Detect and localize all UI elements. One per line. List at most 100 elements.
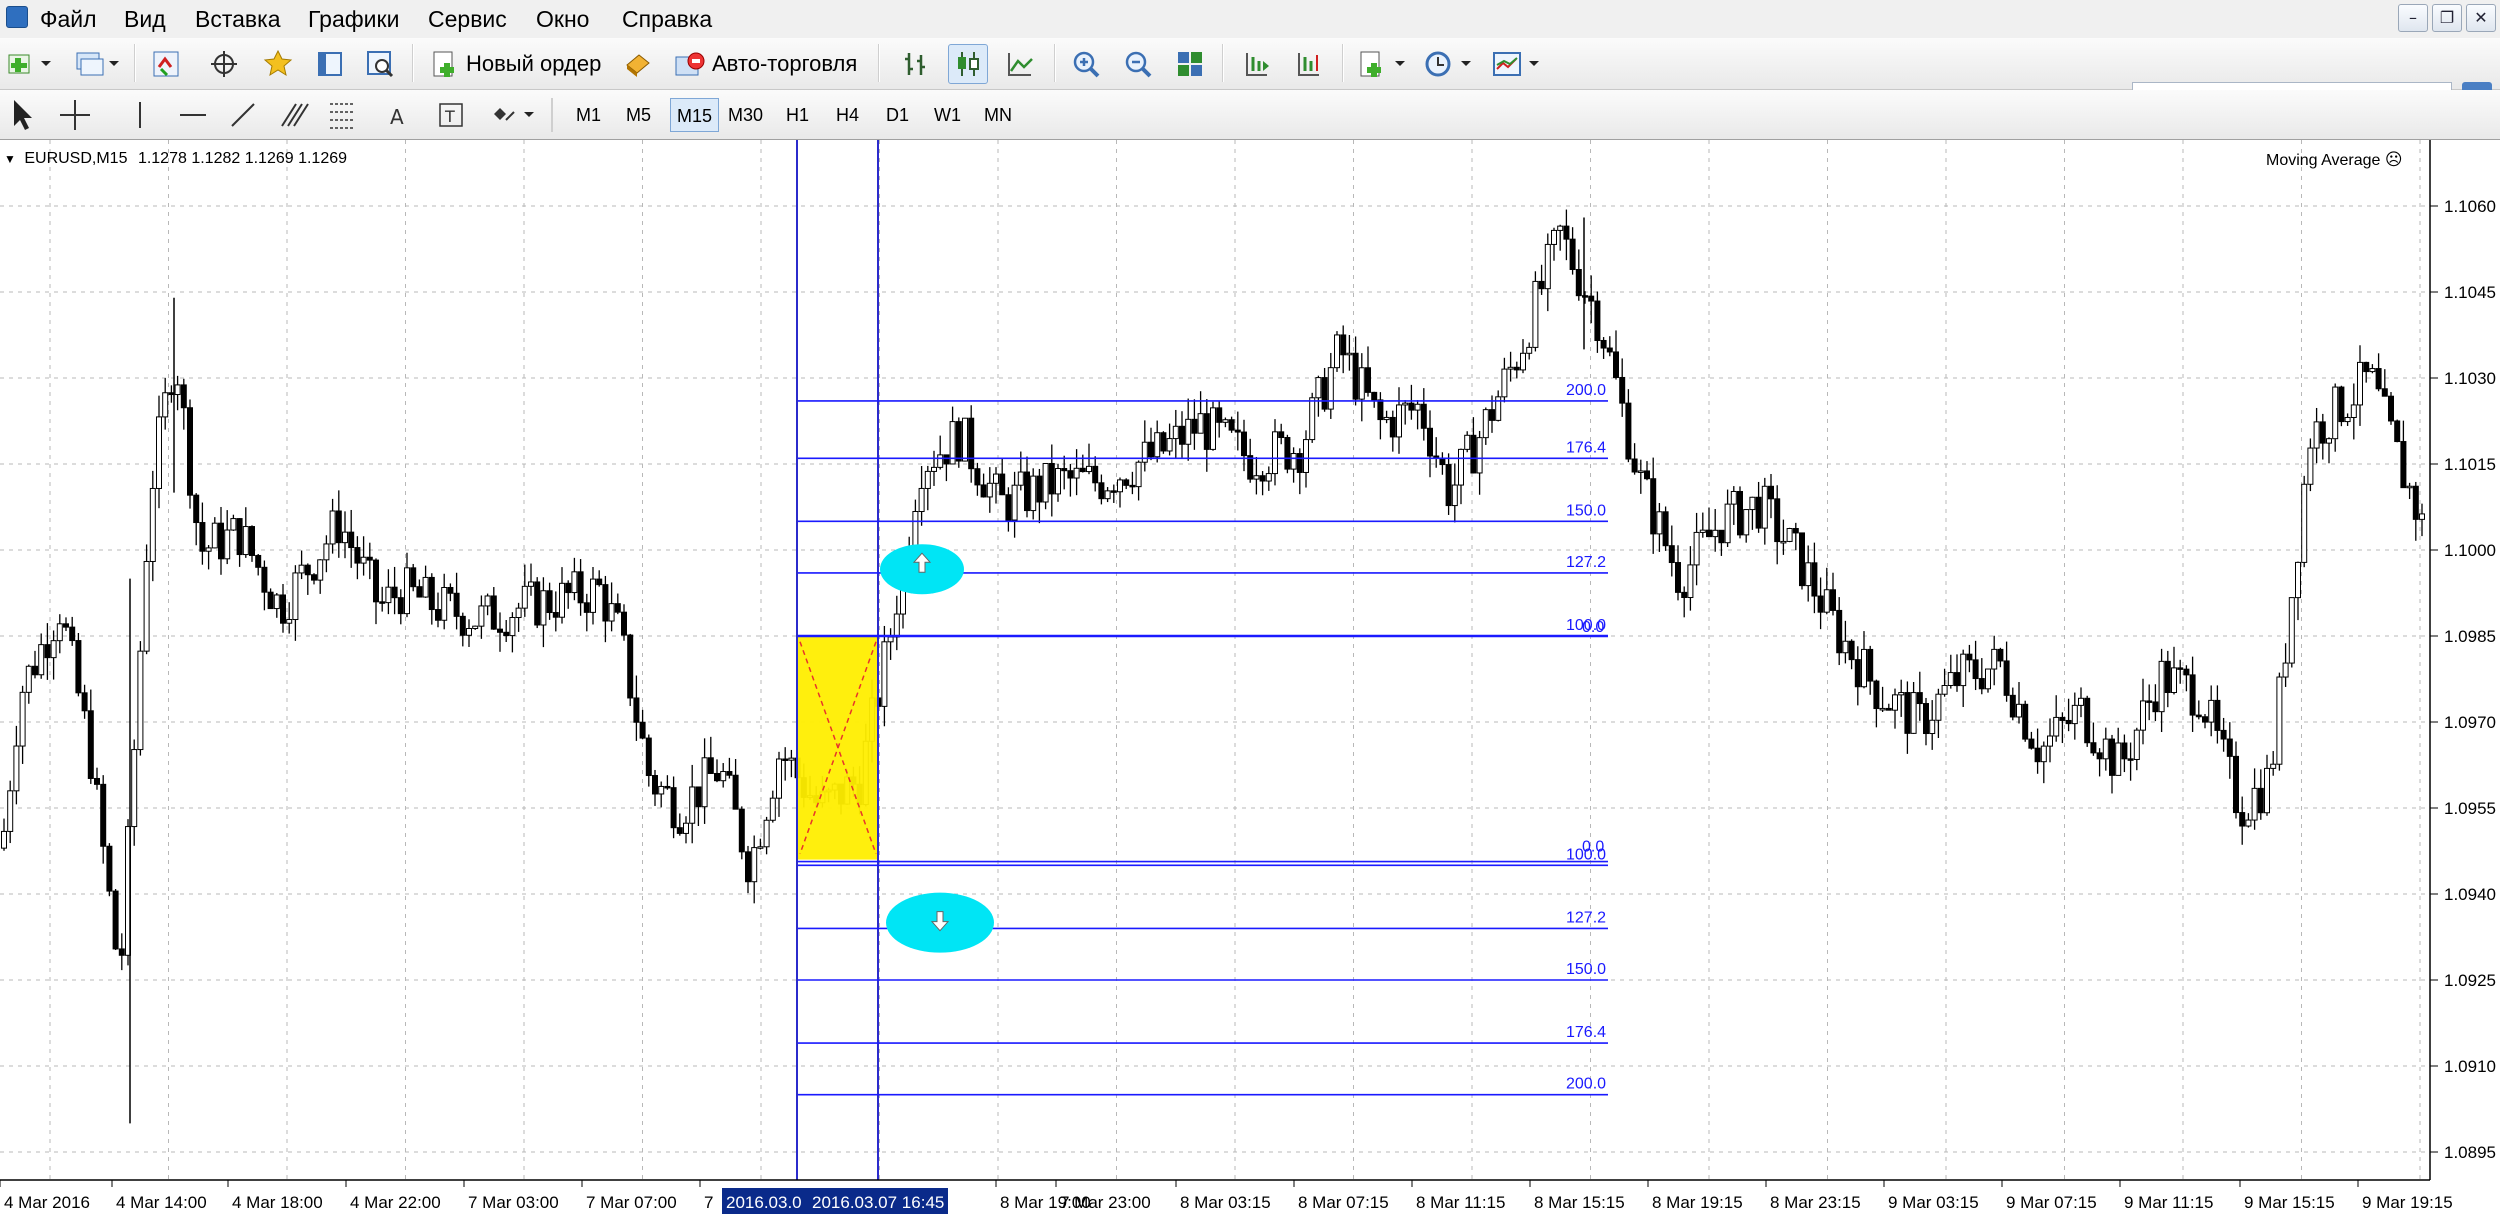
- candle-down: [453, 592, 460, 617]
- candle-down: [2065, 719, 2072, 725]
- candle-up: [1960, 653, 1967, 687]
- zoom-out-button[interactable]: [1118, 44, 1158, 84]
- fib-label-upper: 200.0: [1566, 382, 1606, 399]
- candle-down: [1234, 429, 1241, 433]
- navigator-button[interactable]: [258, 44, 298, 84]
- terminal-button[interactable]: [310, 44, 350, 84]
- menu-window[interactable]: Окно: [530, 4, 595, 34]
- line-chart-icon: [1008, 53, 1033, 76]
- candle-up: [1947, 672, 1954, 686]
- timeframe-mn[interactable]: MN: [978, 98, 1018, 132]
- bar-chart-button[interactable]: [896, 44, 936, 84]
- zoom-in-button[interactable]: [1066, 44, 1106, 84]
- price-label: 1.0910: [2444, 1057, 2496, 1076]
- candle-up: [1185, 418, 1192, 445]
- candle-up: [2282, 662, 2289, 678]
- candle-up: [1197, 413, 1204, 434]
- candle-up: [286, 619, 293, 624]
- timeframe-d1[interactable]: D1: [880, 98, 915, 132]
- price-label: 1.0895: [2444, 1143, 2496, 1162]
- autotrading-button[interactable]: Авто-торговля: [668, 44, 868, 84]
- menu-view[interactable]: Вид: [118, 4, 172, 34]
- candle-down: [732, 774, 739, 810]
- candle-down: [627, 634, 634, 699]
- candle-up: [2326, 438, 2332, 444]
- candle-up: [887, 636, 894, 643]
- timeframe-m15[interactable]: M15: [670, 98, 720, 132]
- restore-icon[interactable]: ❐: [2432, 4, 2462, 32]
- periods-button[interactable]: [1420, 44, 1478, 84]
- candle-down: [1296, 453, 1303, 473]
- candle-up: [2047, 735, 2053, 747]
- candle-up: [2251, 787, 2258, 821]
- timeframe-w1[interactable]: W1: [928, 98, 967, 132]
- candle-down: [943, 454, 950, 465]
- candle-up: [329, 510, 336, 545]
- timeframe-m5[interactable]: M5: [620, 98, 657, 132]
- line-chart-button[interactable]: [1000, 44, 1040, 84]
- timeframe-m1[interactable]: M1: [570, 98, 607, 132]
- minimize-icon[interactable]: –: [2398, 4, 2428, 32]
- menu-file[interactable]: Файл: [34, 4, 103, 34]
- candle-down: [373, 559, 379, 603]
- metaeditor-button[interactable]: [618, 44, 658, 84]
- candle-up: [385, 586, 392, 604]
- menu-insert[interactable]: Вставка: [189, 4, 287, 34]
- candle-up: [2140, 700, 2146, 731]
- candle-up: [1805, 562, 1812, 587]
- new-order-button[interactable]: Новый ордер: [424, 44, 604, 84]
- menu-tools[interactable]: Сервис: [422, 4, 513, 34]
- collapse-icon[interactable]: ▼: [4, 152, 16, 166]
- templates-button[interactable]: [1488, 44, 1546, 84]
- candle-down: [1160, 432, 1167, 452]
- price-label: 1.1015: [2444, 455, 2496, 474]
- candle-up: [478, 605, 485, 627]
- candle-down: [1923, 703, 1929, 735]
- candle-down: [304, 564, 311, 576]
- candlestick-button[interactable]: [948, 44, 988, 84]
- data-window-button[interactable]: [204, 44, 244, 84]
- candle-up: [521, 585, 528, 609]
- new-order-label: Новый ордер: [466, 51, 602, 76]
- candle-up: [1892, 694, 1898, 711]
- price-label: 1.1030: [2444, 369, 2496, 388]
- cursor-icon: [14, 100, 32, 130]
- candle-down: [1836, 609, 1843, 654]
- chart-window[interactable]: 200.0 176.4 150.0 127.2 100.0 0.0 100.0 127.2 15…: [0, 140, 2500, 1221]
- candle-up: [924, 470, 931, 489]
- candle-down: [1662, 511, 1669, 547]
- app-icon[interactable]: [6, 6, 28, 28]
- price-label: 1.0970: [2444, 713, 2496, 732]
- arrows-icon: [494, 108, 506, 120]
- autotrading-label: Авто-торговля: [712, 51, 858, 76]
- market-watch-button[interactable]: [146, 44, 186, 84]
- new-chart-button[interactable]: [4, 44, 56, 84]
- chart-shift-button[interactable]: [1236, 44, 1276, 84]
- indicators-button[interactable]: [1354, 44, 1412, 84]
- autoscroll-button[interactable]: [1288, 44, 1328, 84]
- profiles-button[interactable]: [70, 44, 122, 84]
- candle-up: [143, 560, 150, 652]
- candle-down: [435, 609, 441, 621]
- candle-down: [2189, 674, 2196, 716]
- price-chart[interactable]: 200.0176.4150.0127.2100.00.0100.0127.215…: [0, 140, 2500, 1221]
- clock-icon: [1425, 51, 1471, 77]
- menu-help[interactable]: Справка: [616, 4, 718, 34]
- tile-windows-button[interactable]: [1170, 44, 1210, 84]
- candle-up: [156, 416, 162, 489]
- ohlc-label: 1.1278 1.1282 1.1269 1.1269: [137, 150, 348, 167]
- candle-down: [1110, 490, 1117, 493]
- timeframe-m30[interactable]: M30: [722, 98, 769, 132]
- timeframe-h1[interactable]: H1: [780, 98, 815, 132]
- candle-down: [1681, 591, 1688, 599]
- candle-down: [2195, 714, 2202, 718]
- candle-down: [2412, 485, 2419, 520]
- close-icon[interactable]: ✕: [2466, 4, 2496, 32]
- candle-down: [583, 602, 590, 613]
- timeframe-h4[interactable]: H4: [830, 98, 865, 132]
- menu-charts[interactable]: Графики: [302, 4, 405, 34]
- candle-up: [701, 757, 708, 808]
- candle-up: [1402, 402, 1409, 406]
- candle-down: [1371, 391, 1378, 401]
- strategy-tester-button[interactable]: [360, 44, 400, 84]
